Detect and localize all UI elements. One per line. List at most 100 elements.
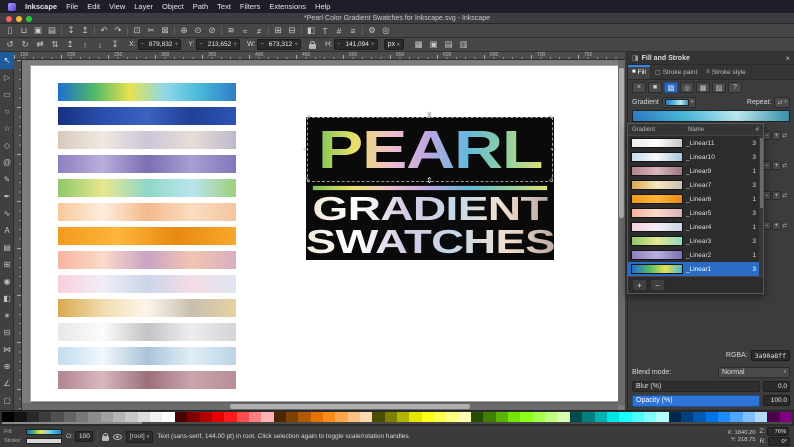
scale-handle-icon[interactable]: ⇔ xyxy=(545,111,556,122)
fill-stroke-indicator[interactable]: Fill: Stroke: xyxy=(4,428,62,445)
menu-layer[interactable]: Layer xyxy=(134,2,153,11)
palette-swatch[interactable] xyxy=(385,412,397,422)
menu-path[interactable]: Path xyxy=(193,2,208,11)
document-page[interactable]: PEARL ⇔⇕⇔⇔⇔⇔⇕⇔ GRADIENT SWATCHES xyxy=(30,65,624,402)
gradient-list-item[interactable]: _Linear41 xyxy=(628,220,759,234)
decrement-icon[interactable]: − xyxy=(337,41,341,48)
paint-pattern-button[interactable]: ▦ xyxy=(696,82,710,93)
palette-swatch[interactable] xyxy=(2,412,14,422)
opacity-input[interactable]: 100.0 xyxy=(763,395,790,406)
scale-handle-icon[interactable]: ⇔ xyxy=(545,173,556,184)
palette-swatch[interactable] xyxy=(298,412,310,422)
pen-tool[interactable]: ✒ xyxy=(0,188,14,205)
palette-swatch[interactable] xyxy=(570,412,582,422)
blur-input[interactable]: 0.0 xyxy=(763,381,790,392)
spiral-tool[interactable]: @ xyxy=(0,154,14,171)
gradient-list-item[interactable]: _Linear53 xyxy=(628,206,759,220)
layer-visibility-icon[interactable] xyxy=(113,434,122,440)
paint-linear-gradient-button[interactable]: ▧ xyxy=(664,82,678,93)
palette-scrollbar[interactable] xyxy=(2,422,792,424)
zoom-drawing-icon[interactable]: ⊙ xyxy=(191,25,205,37)
width-input[interactable]: − 673,312 + xyxy=(257,39,301,50)
palette-swatch[interactable] xyxy=(113,412,125,422)
palette-swatch[interactable] xyxy=(125,412,137,422)
save-icon[interactable]: ▣ xyxy=(31,25,45,37)
mesh-tool[interactable]: ⊞ xyxy=(0,256,14,273)
text-tool[interactable]: A xyxy=(0,222,14,239)
redo-icon[interactable]: ↷ xyxy=(111,25,125,37)
gradient-swatch-bar-5[interactable] xyxy=(58,179,236,197)
palette-swatch[interactable] xyxy=(644,412,656,422)
tab-stroke-style[interactable]: ≡ Stroke style xyxy=(702,65,750,79)
rotate-cw-icon[interactable]: ↻ xyxy=(18,39,32,51)
height-input[interactable]: − 141,094 + xyxy=(334,39,378,50)
fill-stroke-dialog-icon[interactable]: ◧ xyxy=(304,25,318,37)
palette-swatch[interactable] xyxy=(76,412,88,422)
xml-editor-icon[interactable]: # xyxy=(332,25,346,37)
increment-icon[interactable]: + xyxy=(294,41,298,48)
gradient-swatch-bar-8[interactable] xyxy=(58,251,236,269)
palette-scrollbar-thumb[interactable] xyxy=(2,422,142,424)
palette-swatch[interactable] xyxy=(706,412,718,422)
palette-swatch[interactable] xyxy=(780,412,792,422)
align-dialog-icon[interactable]: ≡ xyxy=(346,25,360,37)
layer-lock-icon[interactable] xyxy=(102,433,109,441)
calligraphy-tool[interactable]: ∿ xyxy=(0,205,14,222)
menu-view[interactable]: View xyxy=(109,2,125,11)
gradient-swatch-bar-10[interactable] xyxy=(58,299,236,317)
scale-handle-icon[interactable]: ⇔ xyxy=(302,111,313,122)
zoom-selection-icon[interactable]: ⊕ xyxy=(177,25,191,37)
paste-icon[interactable]: ⊠ xyxy=(158,25,172,37)
box3d-tool[interactable]: ◇ xyxy=(0,137,14,154)
palette-swatch[interactable] xyxy=(409,412,421,422)
zoom-tool[interactable]: ⊕ xyxy=(0,358,14,375)
palette-swatch[interactable] xyxy=(730,412,742,422)
popup-scrollbar[interactable] xyxy=(759,136,763,277)
vertical-scrollbar-thumb[interactable] xyxy=(619,68,624,218)
palette-swatch[interactable] xyxy=(743,412,755,422)
bucket-tool[interactable]: ◧ xyxy=(0,290,14,307)
copy-icon[interactable]: ⊡ xyxy=(130,25,144,37)
palette-swatch[interactable] xyxy=(496,412,508,422)
x-input[interactable]: − 879,832 + xyxy=(138,39,182,50)
menu-extensions[interactable]: Extensions xyxy=(269,2,306,11)
palette-swatch[interactable] xyxy=(64,412,76,422)
menu-text[interactable]: Text xyxy=(217,2,231,11)
palette-swatch[interactable] xyxy=(520,412,532,422)
palette-swatch[interactable] xyxy=(249,412,261,422)
export-icon[interactable]: ↥ xyxy=(78,25,92,37)
paint-none-button[interactable]: × xyxy=(632,82,646,93)
palette-swatch[interactable] xyxy=(187,412,199,422)
palette-swatch[interactable] xyxy=(656,412,668,422)
palette-swatch[interactable] xyxy=(582,412,594,422)
palette-swatch[interactable] xyxy=(237,412,249,422)
menu-inkscape[interactable]: Inkscape xyxy=(25,2,57,11)
increment-icon[interactable]: + xyxy=(772,131,781,140)
gradient-list-item[interactable]: _Linear33 xyxy=(628,234,759,248)
transform-gradient-toggle-icon[interactable]: ▤ xyxy=(442,39,456,51)
palette-swatch[interactable] xyxy=(261,412,273,422)
repeat-dropdown[interactable]: ⇄ ▾ xyxy=(774,97,790,108)
document-properties-icon[interactable]: ⚙ xyxy=(365,25,379,37)
palette-swatch[interactable] xyxy=(446,412,458,422)
preferences-icon[interactable]: ◎ xyxy=(379,25,393,37)
gradient-swatch-bar-2[interactable] xyxy=(58,107,236,125)
scale-handle-icon[interactable]: ⇔ xyxy=(549,145,557,153)
increment-icon[interactable]: + xyxy=(772,191,781,200)
palette-swatch[interactable] xyxy=(557,412,569,422)
banner-line3-text[interactable]: SWATCHES xyxy=(305,225,554,258)
pencil-tool[interactable]: ✎ xyxy=(0,171,14,188)
vertical-scrollbar[interactable] xyxy=(618,60,625,403)
star-tool[interactable]: ☆ xyxy=(0,120,14,137)
gradient-swatch-bar-1[interactable] xyxy=(58,83,236,101)
palette-swatch[interactable] xyxy=(360,412,372,422)
palette-swatch[interactable] xyxy=(14,412,26,422)
y-input[interactable]: − 213,652 + xyxy=(196,39,240,50)
decrement-icon[interactable]: − xyxy=(141,41,145,48)
dock-icon[interactable]: ◨ xyxy=(632,54,639,62)
layer-dropdown[interactable]: [root] ▾ xyxy=(126,431,153,443)
spray-tool[interactable]: ∗ xyxy=(0,307,14,324)
palette-swatch[interactable] xyxy=(286,412,298,422)
gradient-list-item[interactable]: _Linear91 xyxy=(628,164,759,178)
group-icon[interactable]: ⊞ xyxy=(271,25,285,37)
